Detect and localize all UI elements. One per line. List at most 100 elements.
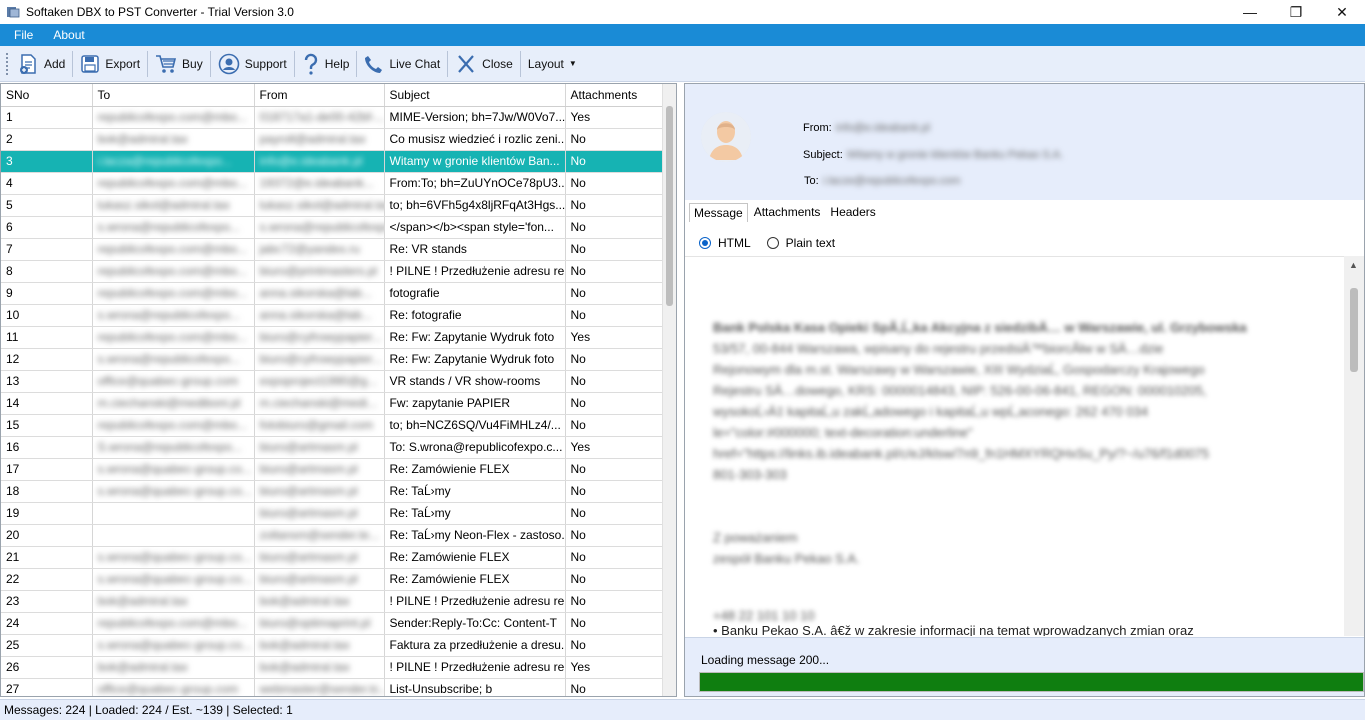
column-header-to[interactable]: To xyxy=(92,84,255,107)
close-icon[interactable]: ✕ xyxy=(1319,0,1365,24)
table-row[interactable]: 3 i.lacza@republicofexpo... info@e.ideaban… xyxy=(1,150,663,173)
cell-subject: Re: VR stands xyxy=(384,238,566,261)
toolbar-separator xyxy=(209,50,211,77)
table-row[interactable]: 22 s.wrona@quabec-group.co... biuro@artmas… xyxy=(1,568,663,591)
toolbar-separator xyxy=(519,50,521,77)
close-button[interactable]: Close xyxy=(449,49,519,79)
body-scrollbar-thumb[interactable] xyxy=(1350,288,1358,372)
plain-text-option[interactable]: Plain text xyxy=(766,236,835,250)
table-row[interactable]: 20 zoltansm@sender.te... Re: TaĹ›my Neon-F… xyxy=(1,524,663,547)
cell-sno: 23 xyxy=(1,590,93,613)
table-row[interactable]: 4 republicofexpo.com@mbo... 19372@e.ideaba… xyxy=(1,172,663,195)
menu-file[interactable]: File xyxy=(14,28,33,42)
html-radio[interactable] xyxy=(699,237,711,249)
html-option[interactable]: HTML xyxy=(699,236,751,250)
cell-sno: 20 xyxy=(1,524,93,547)
cell-to: lukasz.sikol@admiral.tax xyxy=(92,194,255,217)
table-row[interactable]: 8 republicofexpo.com@mbo... biuro@printmas… xyxy=(1,260,663,283)
table-row[interactable]: 25 s.wrona@quabec-group.co... bok@admiral.… xyxy=(1,634,663,657)
body-line: Rejonowym dla m.st. Warszawy w Warszawie… xyxy=(713,362,1205,377)
table-row[interactable]: 18 s.wrona@quabec-group.co... biuro@artmas… xyxy=(1,480,663,503)
table-row[interactable]: 13 office@quabec-group.com expoproject1990… xyxy=(1,370,663,393)
cell-attachments: No xyxy=(565,634,663,657)
add-button[interactable]: Add xyxy=(13,49,71,79)
table-row[interactable]: 10 s.wrona@republicofexpo... anna.sikorska… xyxy=(1,304,663,327)
cell-attachments: No xyxy=(565,678,663,696)
menu-about[interactable]: About xyxy=(53,28,84,42)
cell-attachments: No xyxy=(565,282,663,305)
table-row[interactable]: 16 S.wrona@republicofexpo... biuro@artmasm… xyxy=(1,436,663,459)
table-row[interactable]: 6 s.wrona@republicofexpo... s.wrona@republ… xyxy=(1,216,663,239)
table-row[interactable]: 1 republicofexpo.com@mbo... 018717a1-de00-… xyxy=(1,106,663,129)
column-header-sno[interactable]: SNo xyxy=(1,84,93,107)
body-line: wysokoĹ›Ä‡ kapitaĹ‚u zakĹ‚adowego i kapi… xyxy=(713,404,1149,419)
table-row[interactable]: 26 bok@admiral.tax bok@admiral.tax! PILNE … xyxy=(1,656,663,679)
list-scrollbar[interactable] xyxy=(662,84,676,696)
table-row[interactable]: 21 s.wrona@quabec-group.co... biuro@artmas… xyxy=(1,546,663,569)
table-row[interactable]: 27 office@quabec-group.com webmaster@sende… xyxy=(1,678,663,696)
cell-subject: ! PILNE ! Przedłużenie adresu re... xyxy=(384,656,566,679)
table-row[interactable]: 7 republicofexpo.com@mbo... jabc72@yandex.… xyxy=(1,238,663,261)
cell-from: info@e.ideabank.pl xyxy=(254,150,385,173)
support-button[interactable]: Support xyxy=(212,49,293,79)
help-icon xyxy=(304,53,317,75)
cell-to: republicofexpo.com@mbo... xyxy=(92,260,255,283)
cell-subject: List-Unsubscribe; b xyxy=(384,678,566,696)
cell-to: republicofexpo.com@mbo... xyxy=(92,172,255,195)
cell-subject: Re: TaĹ›my xyxy=(384,480,566,503)
cell-from: s.wrona@republicofexpo... xyxy=(254,216,385,239)
table-row[interactable]: 9 republicofexpo.com@mbo... anna.sikorska@… xyxy=(1,282,663,305)
table-row[interactable]: 12 s.wrona@republicofexpo... biuro@cyfrowy… xyxy=(1,348,663,371)
toolbar-separator xyxy=(447,50,449,77)
toolbar: Add Export Buy Support Help Live Chat Cl… xyxy=(0,46,1365,82)
cell-attachments: No xyxy=(565,612,663,635)
cell-to: s.wrona@republicofexpo... xyxy=(92,348,255,371)
cell-subject: Sender:Reply-To:Cc: Content-T xyxy=(384,612,566,635)
cell-attachments: Yes xyxy=(565,326,663,349)
scroll-up-icon[interactable]: ▲ xyxy=(1349,260,1358,270)
body-scrollbar[interactable]: ▲ xyxy=(1344,256,1364,636)
cell-from: bok@admiral.tax xyxy=(254,656,385,679)
body-line: le="color:#000000; text-decoration:under… xyxy=(713,425,973,440)
buy-button[interactable]: Buy xyxy=(149,49,209,79)
table-row[interactable]: 14 m.ciechanski@mediboni.pl m.ciechanski@m… xyxy=(1,392,663,415)
cell-attachments: No xyxy=(565,304,663,327)
table-row[interactable]: 11 republicofexpo.com@mbo... biuro@cyfrowy… xyxy=(1,326,663,349)
minimize-icon[interactable]: — xyxy=(1227,0,1273,24)
cell-from: lukasz.sikol@admiral.tax xyxy=(254,194,385,217)
table-row[interactable]: 24 republicofexpo.com@mbo... biuro@optimap… xyxy=(1,612,663,635)
toolbar-grip xyxy=(5,51,9,76)
table-row[interactable]: 23 bok@admiral.tax bok@admiral.tax! PILNE … xyxy=(1,590,663,613)
export-button[interactable]: Export xyxy=(74,49,146,79)
list-scrollbar-thumb[interactable] xyxy=(666,106,673,306)
cell-subject: fotografie xyxy=(384,282,566,305)
save-icon xyxy=(81,54,100,73)
table-row[interactable]: 5 lukasz.sikol@admiral.tax lukasz.sikol@ad… xyxy=(1,194,663,217)
tab-message[interactable]: Message xyxy=(689,203,748,222)
preview-pane: From: info@e.ideabank.pl Subject: Witamy w… xyxy=(684,83,1365,697)
cell-attachments: Yes xyxy=(565,656,663,679)
layout-dropdown[interactable]: Layout ▼ xyxy=(522,49,583,79)
tab-attachments[interactable]: Attachments xyxy=(750,203,825,222)
cell-from: anna.sikorska@lab... xyxy=(254,282,385,305)
column-header-subject[interactable]: Subject xyxy=(384,84,566,107)
table-row[interactable]: 2 bok@admiral.tax payroll@admiral.tax Co mu… xyxy=(1,128,663,151)
cell-to: s.wrona@quabec-group.co... xyxy=(92,568,255,591)
cell-from: 018717a1-de00-42bf-... xyxy=(254,106,385,129)
cell-attachments: No xyxy=(565,480,663,503)
column-header-from[interactable]: From xyxy=(254,84,385,107)
table-row[interactable]: 15 republicofexpo.com@mbo... fotobiuro@gma… xyxy=(1,414,663,437)
plain-text-radio[interactable] xyxy=(766,237,779,249)
chevron-down-icon: ▼ xyxy=(568,59,577,68)
table-row[interactable]: 17 s.wrona@quabec-group.co... biuro@artmas… xyxy=(1,458,663,481)
table-row[interactable]: 19 biuro@artmasm.pl Re: TaĹ›my No xyxy=(1,502,663,525)
column-header-attachments[interactable]: Attachments xyxy=(565,84,663,107)
maximize-icon[interactable]: ❐ xyxy=(1273,0,1319,24)
tab-headers[interactable]: Headers xyxy=(826,203,879,222)
live-chat-button[interactable]: Live Chat xyxy=(358,49,446,79)
cell-to xyxy=(92,502,255,525)
user-avatar-icon xyxy=(701,112,751,162)
help-button[interactable]: Help xyxy=(296,49,356,79)
body-greeting: zespół Banku Pekao S.A. xyxy=(713,551,860,566)
to-label: To: xyxy=(804,175,819,187)
